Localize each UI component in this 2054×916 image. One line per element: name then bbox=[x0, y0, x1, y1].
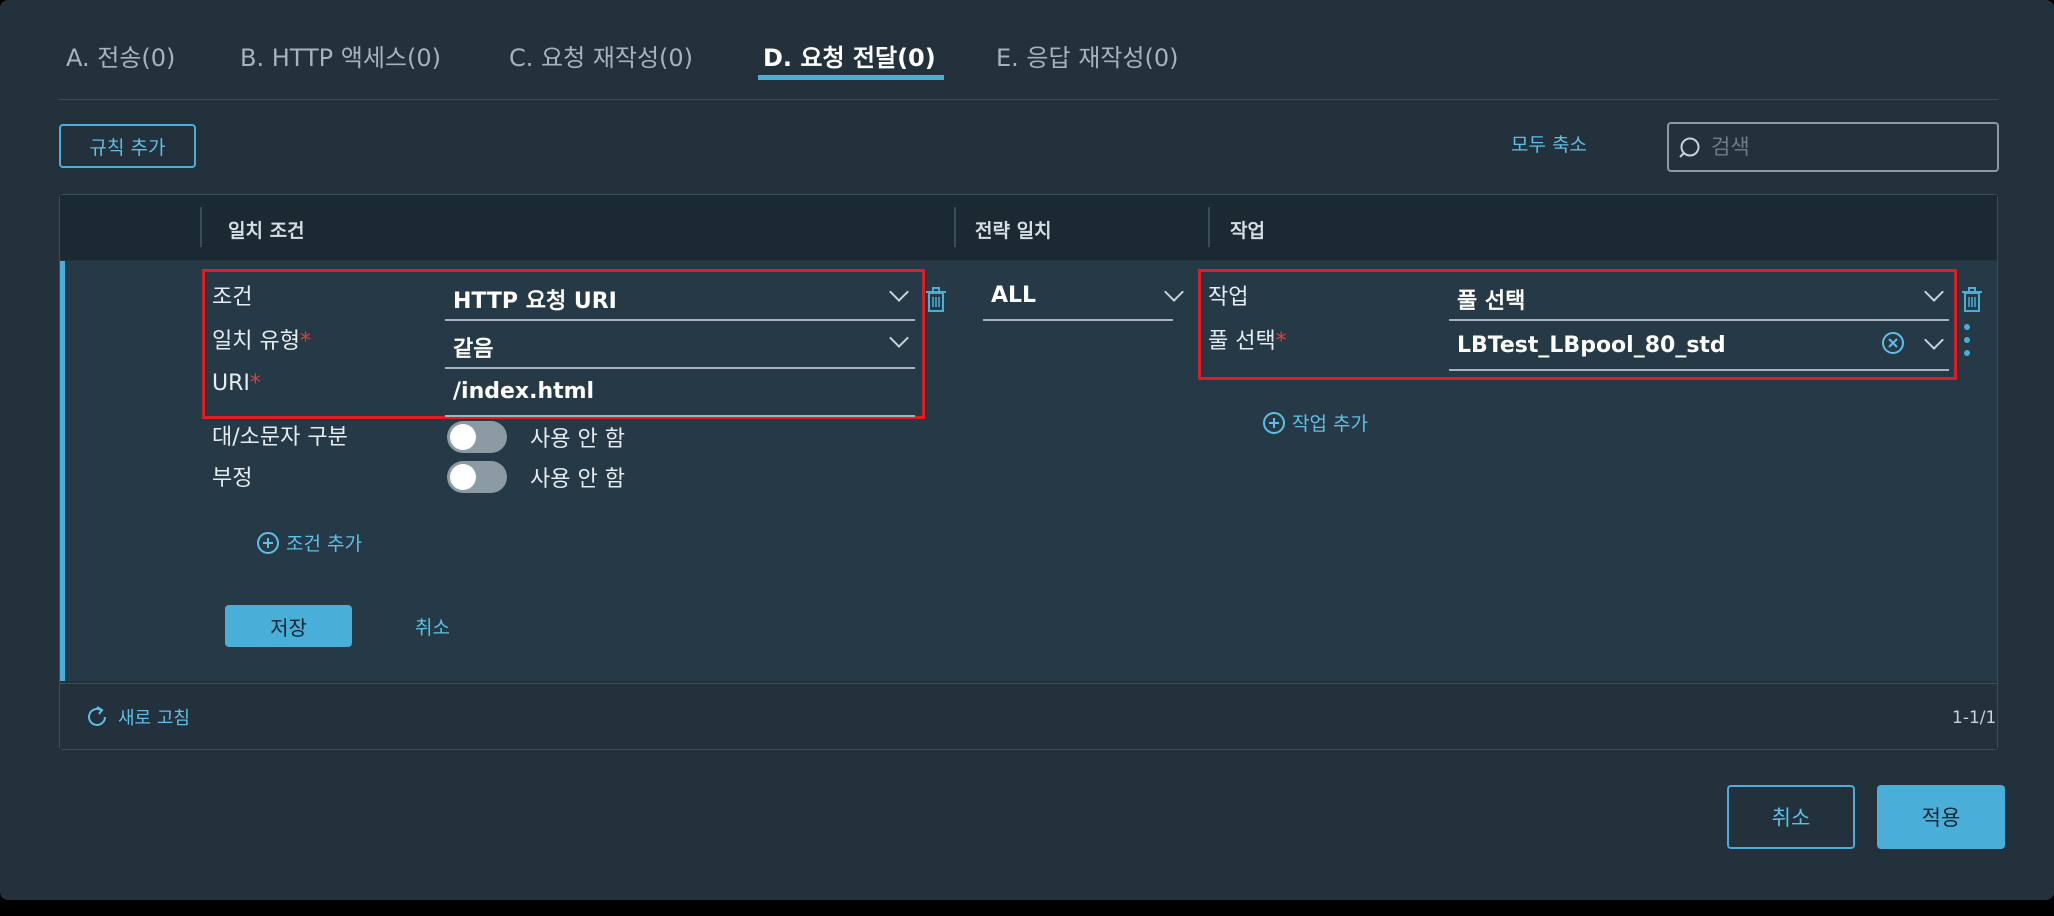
pool-label: 풀 선택* bbox=[1208, 323, 1287, 355]
uri-label: URI* bbox=[212, 371, 261, 396]
field-underline bbox=[445, 367, 915, 369]
strategy-value: ALL bbox=[991, 283, 1037, 308]
add-rule-button[interactable]: 규칙 추가 bbox=[59, 124, 196, 168]
rule-dialog: A. 전송(0) B. HTTP 액세스(0) C. 요청 재작성(0) D. … bbox=[0, 0, 2054, 900]
clear-icon[interactable] bbox=[1881, 331, 1905, 355]
cancel-edit-link[interactable]: 취소 bbox=[415, 613, 450, 640]
tab-request-rewrite[interactable]: C. 요청 재작성(0) bbox=[509, 38, 693, 73]
field-underline bbox=[445, 319, 915, 321]
grid-footer: 새로 고침 1-1/1 bbox=[60, 683, 1997, 749]
chevron-down-icon bbox=[1164, 282, 1184, 302]
required-marker: * bbox=[1275, 329, 1287, 354]
toggle-knob bbox=[450, 464, 476, 490]
active-tab-indicator bbox=[758, 75, 944, 80]
grid-header: 일치 조건 전략 일치 작업 bbox=[60, 195, 1997, 260]
save-button[interactable]: 저장 bbox=[225, 605, 352, 647]
condition-label: 조건 bbox=[212, 285, 253, 310]
action-label: 작업 bbox=[1208, 285, 1249, 310]
column-header-strategy[interactable]: 전략 일치 bbox=[975, 216, 1052, 243]
add-condition-link[interactable]: 조건 추가 bbox=[256, 529, 362, 556]
search-icon bbox=[1679, 137, 1700, 158]
case-sensitive-toggle[interactable] bbox=[447, 421, 507, 453]
match-type-label: 일치 유형* bbox=[212, 323, 311, 355]
uri-value: /index.html bbox=[453, 379, 595, 404]
field-underline bbox=[983, 319, 1173, 321]
rule-row-editor: 조건 HTTP 요청 URI 일치 유형* 같음 URI* /index.htm… bbox=[60, 261, 1997, 681]
collapse-all-link[interactable]: 모두 축소 bbox=[1511, 130, 1587, 157]
case-sensitive-state: 사용 안 함 bbox=[530, 427, 625, 452]
refresh-link[interactable]: 새로 고침 bbox=[84, 704, 190, 730]
tab-transport[interactable]: A. 전송(0) bbox=[66, 38, 175, 73]
tab-divider bbox=[59, 99, 1998, 100]
column-header-action[interactable]: 작업 bbox=[1230, 216, 1265, 243]
field-underline bbox=[445, 415, 915, 417]
action-highlight-box bbox=[1198, 269, 1957, 380]
field-underline bbox=[1449, 319, 1949, 321]
negate-toggle[interactable] bbox=[447, 461, 507, 493]
rules-grid: 일치 조건 전략 일치 작업 조건 HTTP 요청 URI 일치 유형* 같음 … bbox=[59, 194, 1998, 750]
pagination-text: 1-1/1 bbox=[1952, 708, 1997, 728]
required-marker: * bbox=[299, 329, 311, 354]
more-vertical-icon[interactable] bbox=[1963, 323, 1971, 357]
add-condition-label: 조건 추가 bbox=[286, 533, 362, 555]
case-sensitive-label: 대/소문자 구분 bbox=[212, 425, 348, 450]
add-circle-icon bbox=[1263, 411, 1285, 434]
tab-response-rewrite[interactable]: E. 응답 재작성(0) bbox=[996, 38, 1178, 73]
condition-value: HTTP 요청 URI bbox=[453, 289, 617, 314]
add-circle-icon bbox=[257, 531, 279, 554]
field-underline bbox=[1449, 369, 1949, 371]
apply-button[interactable]: 적용 bbox=[1877, 785, 2005, 849]
uri-label-text: URI bbox=[212, 371, 250, 396]
tab-request-forward[interactable]: D. 요청 전달(0) bbox=[763, 38, 936, 73]
column-separator bbox=[200, 207, 202, 247]
add-action-link[interactable]: 작업 추가 bbox=[1262, 409, 1368, 436]
search-input[interactable] bbox=[1711, 132, 1981, 162]
add-action-label: 작업 추가 bbox=[1292, 413, 1368, 435]
dialog-cancel-button[interactable]: 취소 bbox=[1727, 785, 1855, 849]
toggle-knob bbox=[450, 424, 476, 450]
pool-label-text: 풀 선택 bbox=[1208, 329, 1276, 354]
negate-state: 사용 안 함 bbox=[530, 467, 625, 492]
refresh-icon bbox=[88, 706, 106, 726]
negate-label: 부정 bbox=[212, 466, 253, 491]
search-field[interactable] bbox=[1667, 122, 1999, 172]
action-value: 풀 선택 bbox=[1457, 289, 1526, 314]
column-separator bbox=[1208, 207, 1210, 247]
refresh-label: 새로 고침 bbox=[118, 708, 190, 729]
pool-value: LBTest_LBpool_80_std bbox=[1457, 333, 1726, 358]
match-type-label-text: 일치 유형 bbox=[212, 329, 300, 354]
column-separator bbox=[954, 207, 956, 247]
required-marker: * bbox=[249, 371, 261, 396]
delete-condition-icon[interactable] bbox=[925, 287, 947, 313]
column-header-match-condition[interactable]: 일치 조건 bbox=[228, 216, 305, 243]
match-type-value: 같음 bbox=[453, 337, 494, 362]
delete-action-icon[interactable] bbox=[1961, 287, 1983, 313]
tab-http-access[interactable]: B. HTTP 액세스(0) bbox=[240, 38, 441, 73]
